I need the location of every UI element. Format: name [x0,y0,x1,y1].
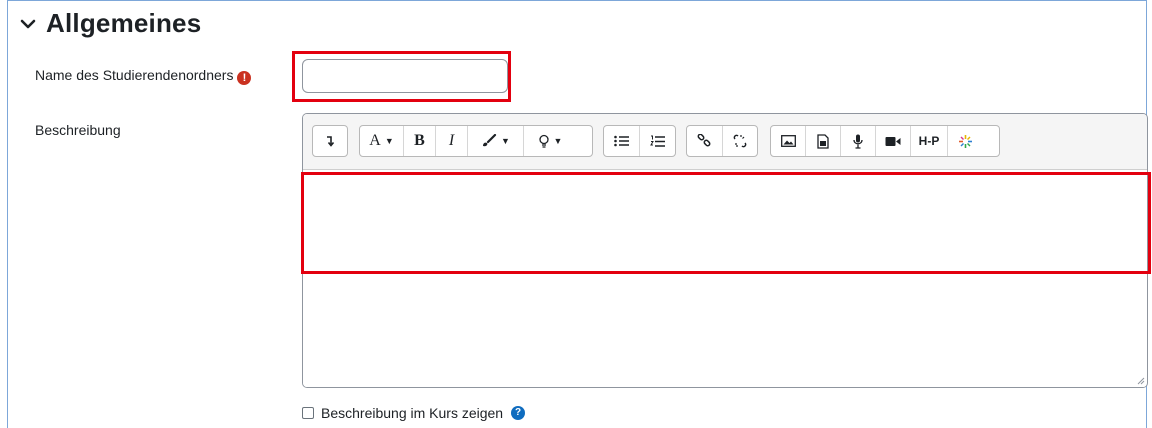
resize-grip-icon[interactable] [1135,375,1145,385]
caret-down-icon: ▼ [384,136,394,146]
description-textarea[interactable] [303,170,1147,387]
editor-toolbar: A ▼ B I ▼ ▼ H-P [303,114,1147,170]
help-icon[interactable]: ? [511,406,526,420]
chevron-down-icon[interactable] [18,14,38,34]
toolbar-group-2: A ▼ B I ▼ ▼ [359,125,593,157]
text-color-button[interactable]: ▼ [468,126,524,156]
unlink-button[interactable] [723,126,758,156]
folder-name-input[interactable] [302,59,508,93]
bullet-list-icon [613,135,629,147]
ai-generate-button[interactable] [948,126,982,156]
section-header[interactable]: Allgemeines [18,8,201,39]
show-description-row: Beschreibung im Kurs zeigen ? [302,405,526,421]
styles-button[interactable]: ▼ [524,126,576,156]
toolbar-group-3 [603,125,676,157]
link-icon [697,134,711,147]
required-icon: ! [237,71,252,85]
section-title: Allgemeines [46,8,202,38]
insert-image-button[interactable] [771,126,806,156]
bold-button[interactable]: B [404,126,436,156]
caret-down-icon: ▼ [501,136,510,146]
h5p-icon: H-P [918,134,940,148]
name-label-text: Name des Studierendenordners [35,67,234,83]
show-description-label[interactable]: Beschreibung im Kurs zeigen [321,405,503,421]
image-icon [780,135,796,147]
toolbar-group-4 [686,125,758,157]
unlink-icon [733,134,747,148]
show-more-icon [327,136,335,147]
video-icon [885,136,901,146]
toolbar-group-5: H-P [770,125,1000,157]
insert-media-button[interactable] [806,126,841,156]
name-field-label: Name des Studierendenordners! [35,67,252,85]
caret-down-icon: ▼ [553,136,563,146]
numbered-list-icon [649,135,665,147]
h5p-button[interactable]: H-P [911,126,948,156]
show-description-checkbox[interactable] [302,407,314,419]
record-video-button[interactable] [876,126,911,156]
media-file-icon [817,133,829,149]
italic-button[interactable]: I [436,126,468,156]
description-editor: A ▼ B I ▼ ▼ H-P [302,113,1148,388]
brush-color-icon [483,134,497,147]
record-audio-button[interactable] [841,126,876,156]
bullet-list-button[interactable] [604,126,640,156]
link-button[interactable] [687,126,723,156]
numbered-list-button[interactable] [640,126,676,156]
font-size-icon: A [369,132,381,149]
show-more-button[interactable] [313,126,347,156]
toolbar-group-1 [312,125,348,157]
microphone-icon [853,134,863,149]
sparkle-icon [958,134,972,148]
font-size-button[interactable]: A ▼ [360,126,404,156]
description-label: Beschreibung [35,122,121,138]
lightbulb-icon [538,134,549,148]
